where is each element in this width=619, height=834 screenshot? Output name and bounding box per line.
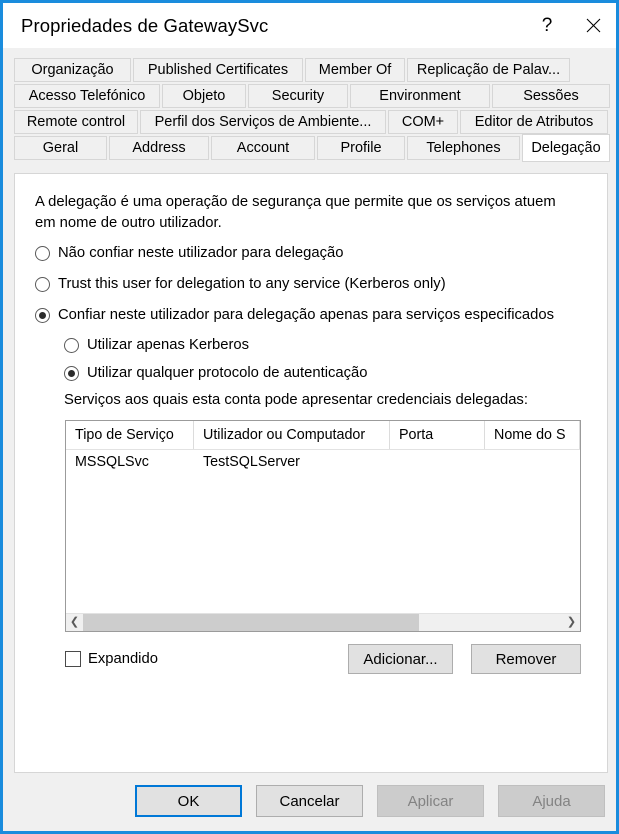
radio-any-auth-protocol[interactable]: Utilizar qualquer protocolo de autentica… [64, 366, 368, 381]
radio-circle-selected-icon [64, 366, 79, 381]
tab-remote-control[interactable]: Remote control [14, 110, 138, 134]
radio-trust-specified-services[interactable]: Confiar neste utilizador para delegação … [35, 308, 554, 323]
window-title: Propriedades de GatewaySvc [21, 14, 269, 36]
tab-perfil-dos-servicos-de-ambiente[interactable]: Perfil dos Serviços de Ambiente... [140, 110, 386, 134]
services-list-view[interactable]: Tipo de Serviço Utilizador ou Computador… [65, 420, 581, 632]
radio-trust-any-service[interactable]: Trust this user for delegation to any se… [35, 277, 446, 292]
services-list-caption: Serviços aos quais esta conta pode apres… [64, 392, 528, 408]
column-header-tipo-de-servico[interactable]: Tipo de Serviço [66, 421, 194, 449]
close-icon[interactable] [570, 3, 616, 48]
tab-profile[interactable]: Profile [317, 136, 405, 160]
tab-editor-de-atributos[interactable]: Editor de Atributos [460, 110, 608, 134]
properties-dialog: Propriedades de GatewaySvc ? Organização… [0, 0, 619, 834]
delegation-tab-panel: A delegação é uma operação de segurança … [14, 173, 608, 773]
column-header-nome-do-servico[interactable]: Nome do S [485, 421, 580, 449]
tab-delegacao[interactable]: Delegação [522, 134, 610, 162]
tab-address[interactable]: Address [109, 136, 209, 160]
help-icon[interactable]: ? [524, 3, 570, 48]
remove-button[interactable]: Remover [471, 644, 581, 674]
radio-kerberos-only[interactable]: Utilizar apenas Kerberos [64, 338, 249, 353]
radio-circle-icon [64, 338, 79, 353]
tab-published-certificates[interactable]: Published Certificates [133, 58, 303, 82]
radio-kerberos-only-label: Utilizar apenas Kerberos [87, 337, 250, 354]
tab-account[interactable]: Account [211, 136, 315, 160]
ok-button[interactable]: OK [135, 785, 242, 817]
column-header-porta[interactable]: Porta [390, 421, 485, 449]
dialog-footer: OK Cancelar Aplicar Ajuda [3, 785, 616, 825]
tab-row-2: Acesso Telefónico Objeto Security Enviro… [14, 84, 610, 108]
delegation-description: A delegação é uma operação de segurança … [35, 194, 556, 231]
tab-security[interactable]: Security [248, 84, 348, 108]
close-glyph [586, 18, 600, 33]
scroll-right-arrow-icon[interactable]: ❯ [563, 614, 580, 631]
tab-strip: Organização Published Certificates Membe… [14, 58, 610, 162]
expanded-checkbox-label: Expandido [88, 651, 158, 667]
services-list-body: MSSQLSvc TestSQLServer [66, 450, 580, 613]
tab-row-1: Organização Published Certificates Membe… [14, 58, 608, 82]
apply-button[interactable]: Aplicar [377, 785, 484, 817]
tab-environment[interactable]: Environment [350, 84, 490, 108]
cancel-button[interactable]: Cancelar [256, 785, 363, 817]
tab-row-3: Remote control Perfil dos Serviços de Am… [14, 110, 608, 134]
scrollbar-thumb[interactable] [83, 614, 419, 631]
tab-objeto[interactable]: Objeto [162, 84, 246, 108]
tab-com-plus[interactable]: COM+ [388, 110, 458, 134]
tab-organizacao[interactable]: Organização [14, 58, 131, 82]
radio-trust-specified-services-label: Confiar neste utilizador para delegação … [58, 307, 554, 324]
column-header-utilizador-ou-computador[interactable]: Utilizador ou Computador [194, 421, 390, 449]
radio-circle-icon [35, 277, 50, 292]
title-bar-buttons: ? [524, 3, 616, 48]
table-row[interactable]: MSSQLSvc TestSQLServer [66, 450, 580, 474]
help-glyph: ? [541, 15, 553, 36]
tab-acesso-telefonico[interactable]: Acesso Telefónico [14, 84, 160, 108]
tab-sessoes[interactable]: Sessões [492, 84, 610, 108]
radio-any-auth-protocol-label: Utilizar qualquer protocolo de autentica… [87, 365, 368, 382]
cell-tipo-de-servico: MSSQLSvc [75, 454, 149, 470]
title-bar: Propriedades de GatewaySvc ? [3, 3, 616, 48]
tab-telephones[interactable]: Telephones [407, 136, 520, 160]
scroll-left-arrow-icon[interactable]: ❮ [66, 614, 83, 631]
expanded-checkbox[interactable]: Expandido [65, 651, 158, 667]
radio-no-delegation[interactable]: Não confiar neste utilizador para delega… [35, 246, 343, 261]
tab-replicacao-de-palavras[interactable]: Replicação de Palav... [407, 58, 570, 82]
radio-circle-icon [35, 246, 50, 261]
services-list-header: Tipo de Serviço Utilizador ou Computador… [66, 421, 580, 450]
cell-utilizador-ou-computador: TestSQLServer [203, 454, 300, 470]
tab-member-of[interactable]: Member Of [305, 58, 405, 82]
radio-no-delegation-label: Não confiar neste utilizador para delega… [58, 245, 344, 262]
radio-trust-any-service-label: Trust this user for delegation to any se… [58, 276, 446, 293]
radio-circle-selected-icon [35, 308, 50, 323]
horizontal-scrollbar[interactable]: ❮ ❯ [66, 613, 580, 631]
add-button[interactable]: Adicionar... [348, 644, 453, 674]
tab-geral[interactable]: Geral [14, 136, 107, 160]
tab-row-4: Geral Address Account Profile Telephones… [14, 134, 610, 162]
checkbox-square-icon [65, 651, 81, 667]
scrollbar-track[interactable] [83, 614, 563, 631]
help-button[interactable]: Ajuda [498, 785, 605, 817]
